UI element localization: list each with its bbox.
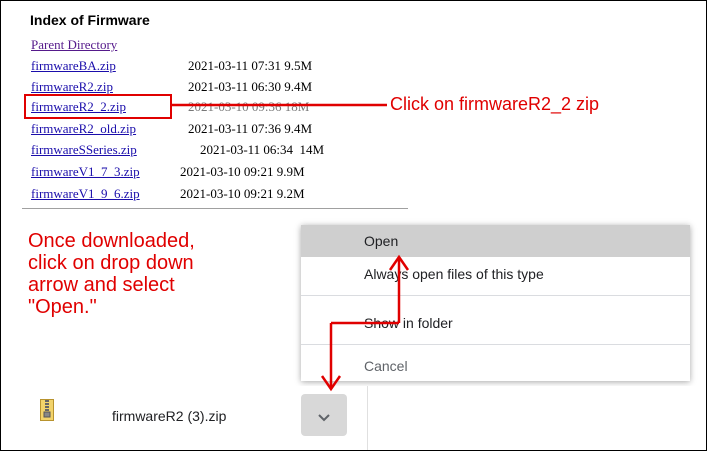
file-meta: 2021-03-10 09:36 18M [188,99,310,114]
file-link-firmwarev1-7-3[interactable]: firmwareV1_7_3.zip [31,164,140,180]
menu-item-open[interactable]: Open [301,225,690,257]
file-meta: 2021-03-11 06:30 9.4M [188,79,313,94]
menu-item-always-open[interactable]: Always open files of this type [301,257,690,292]
file-meta: 2021-03-10 09:21 9.9M [180,164,305,179]
file-meta: 2021-03-11 07:36 9.4M [188,121,313,136]
file-link-firmwareba[interactable]: firmwareBA.zip [31,58,116,74]
download-shelf: firmwareR2 (3).zip [1,386,706,450]
page-title: Index of Firmware [30,12,150,28]
downloaded-file-name[interactable]: firmwareR2 (3).zip [112,408,226,424]
highlight-box [24,94,172,119]
file-meta: 2021-03-10 09:21 9.2M [180,186,305,201]
download-dropdown-button[interactable] [301,394,347,436]
parent-directory-link[interactable]: Parent Directory [31,37,117,53]
shelf-divider [367,386,368,450]
file-link-firmwarev1-9-6[interactable]: firmwareV1_9_6.zip [31,186,140,202]
file-meta: 2021-03-11 06:34 14M [200,142,325,157]
menu-item-show-in-folder[interactable]: Show in folder [301,307,690,339]
file-meta: 2021-03-11 07:31 9.5M [188,58,313,73]
callout-text: Click on firmwareR2_2 zip [390,94,600,114]
file-link-firmwarer2[interactable]: firmwareR2.zip [31,79,113,95]
chevron-down-icon [317,410,331,428]
menu-item-cancel[interactable]: Cancel [301,353,690,379]
listing-divider [22,208,408,209]
file-link-firmwaresseries[interactable]: firmwareSSeries.zip [31,142,137,158]
context-menu: Open Always open files of this type Show… [301,225,690,381]
instruction-text: Once downloaded, click on drop down arro… [28,230,195,318]
file-link-firmwarer2-old[interactable]: firmwareR2_old.zip [31,121,136,137]
zip-file-icon [40,399,54,426]
screenshot-frame: Index of Firmware Parent Directory firmw… [0,0,707,451]
menu-separator [301,344,690,345]
menu-separator [301,295,690,296]
